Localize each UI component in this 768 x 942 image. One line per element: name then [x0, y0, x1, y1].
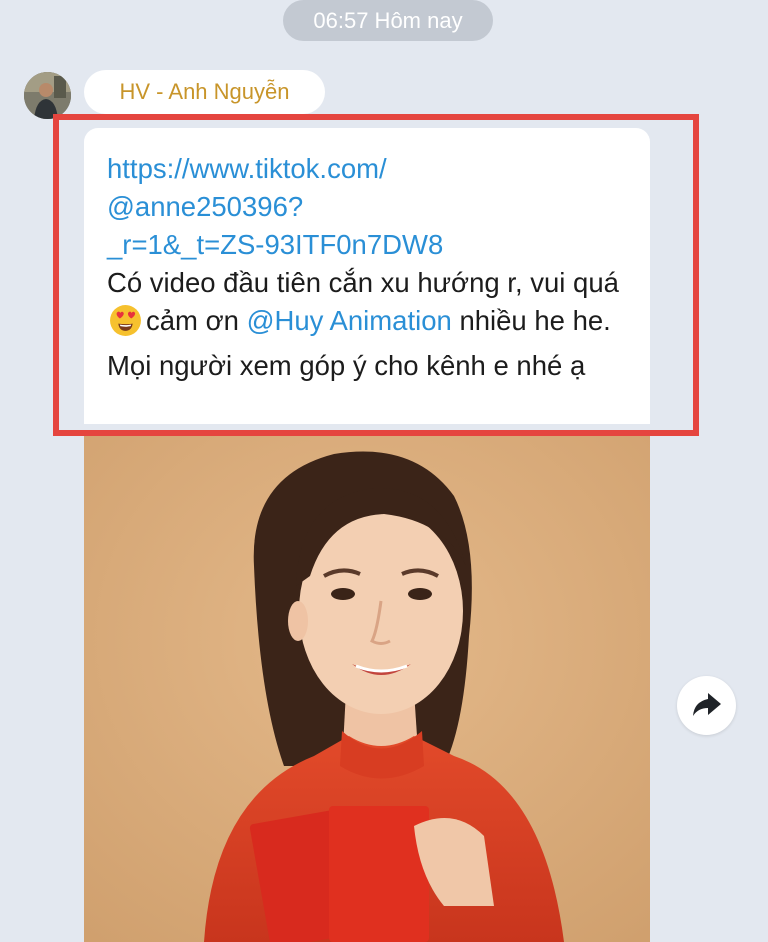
tiktok-link-line-1[interactable]: https://www.tiktok.com/	[107, 150, 628, 188]
message-text-part-1: Có video đầu tiên cắn xu hướng r, vui qu…	[107, 267, 619, 298]
message-bubble[interactable]: https://www.tiktok.com/ @anne250396? _r=…	[84, 128, 650, 424]
forward-button[interactable]	[677, 676, 736, 735]
sender-name: HV - Anh Nguyễn	[119, 79, 290, 104]
sender-name-pill[interactable]: HV - Anh Nguyễn	[84, 70, 325, 114]
share-arrow-icon	[693, 693, 721, 716]
tiktok-link-line-3[interactable]: _r=1&_t=ZS-93ITF0n7DW8	[107, 226, 628, 264]
tiktok-link-line-2[interactable]: @anne250396?	[107, 188, 628, 226]
message-text: Có video đầu tiên cắn xu hướng r, vui qu…	[107, 264, 628, 385]
sender-avatar[interactable]	[24, 72, 71, 119]
shared-photo[interactable]	[84, 436, 650, 942]
heart-eyes-emoji-icon	[109, 304, 142, 347]
timestamp-text: 06:57 Hôm nay	[313, 8, 463, 33]
message-text-part-2: cảm ơn	[146, 305, 239, 336]
timestamp-pill: 06:57 Hôm nay	[283, 0, 493, 41]
mention-huy-animation[interactable]: @Huy Animation	[247, 305, 452, 336]
